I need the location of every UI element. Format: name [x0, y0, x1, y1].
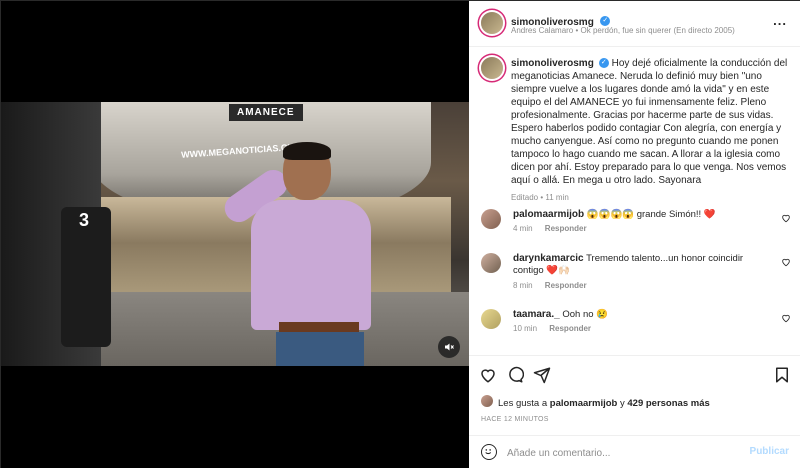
caption: simonoliverosmg ✓ Hoy dejé oficialmente l…: [511, 57, 791, 204]
media-area: 3 AMANECE WWW.MEGANOTICIAS.CL: [1, 1, 469, 468]
more-options-button[interactable]: ...: [773, 13, 787, 28]
speaker-muted-icon: [445, 343, 454, 351]
likes-prefix: Les gusta a: [498, 398, 548, 409]
post-video[interactable]: 3 AMANECE WWW.MEGANOTICIAS.CL: [1, 102, 469, 366]
add-comment-bar: Publicar: [469, 435, 800, 468]
comment-avatar[interactable]: [481, 253, 501, 273]
presenter-shirt: [251, 200, 371, 330]
verified-icon: ✓: [598, 58, 609, 69]
music-info[interactable]: Andres Calamaro • Ok perdón, fue sin que…: [511, 26, 735, 35]
presenter-belt: [279, 322, 359, 332]
comment-time: 8 min: [513, 281, 533, 290]
likes-count[interactable]: 429 personas más: [627, 398, 709, 409]
comment-time: 4 min: [513, 224, 533, 233]
comment-username[interactable]: taamara._: [513, 309, 560, 320]
comment-username[interactable]: palomaarmijob: [513, 209, 584, 220]
bookmark-icon[interactable]: [773, 366, 791, 384]
reply-button[interactable]: Responder: [549, 324, 591, 333]
amanece-sign: AMANECE: [229, 104, 303, 121]
comment-text: Ooh no 😢: [562, 309, 608, 320]
camera-number: 3: [79, 210, 90, 230]
post-time: HACE 12 MINUTOS: [481, 416, 549, 423]
like-comment-heart-icon[interactable]: [781, 257, 791, 267]
likes-middle: y: [619, 398, 625, 409]
comment-avatar[interactable]: [481, 309, 501, 329]
publish-button[interactable]: Publicar: [750, 446, 789, 457]
heart-icon[interactable]: [479, 366, 497, 384]
presenter: [219, 142, 391, 366]
presenter-jeans: [276, 332, 364, 366]
comment-icon[interactable]: [506, 366, 524, 384]
caption-username[interactable]: simonoliverosmg: [511, 58, 594, 69]
author-avatar[interactable]: [481, 12, 503, 34]
comment-time: 10 min: [513, 324, 538, 333]
emoji-icon[interactable]: [481, 444, 497, 460]
reply-button[interactable]: Responder: [545, 224, 587, 233]
caption-avatar[interactable]: [481, 57, 503, 79]
comment-username[interactable]: darynkamarcic: [513, 253, 584, 264]
likes-summary[interactable]: Les gusta a palomaarmijob y 429 personas…: [498, 398, 710, 409]
side-panel: simonoliverosmg ✓ Andres Calamaro • Ok p…: [469, 1, 800, 468]
presenter-hair: [283, 142, 331, 160]
caption-meta: Editado • 11 min: [511, 193, 569, 202]
post-modal: 3 AMANECE WWW.MEGANOTICIAS.CL simonolive…: [0, 0, 800, 468]
like-comment-heart-icon[interactable]: [781, 313, 791, 323]
post-actions: Les gusta a palomaarmijob y 429 personas…: [469, 355, 800, 435]
verified-icon: ✓: [600, 15, 611, 26]
reply-button[interactable]: Responder: [545, 281, 587, 290]
liker-username[interactable]: palomaarmijob: [550, 398, 618, 409]
caption-text: Hoy dejé oficialmente la conducción del …: [511, 58, 788, 186]
comment-text: 😱😱😱😱 grande Simón!! ❤️: [586, 209, 716, 220]
like-comment-heart-icon[interactable]: [781, 213, 791, 223]
comment-input[interactable]: [507, 444, 737, 462]
post-header: simonoliverosmg ✓ Andres Calamaro • Ok p…: [469, 1, 800, 47]
comment-avatar[interactable]: [481, 209, 501, 229]
share-icon[interactable]: [533, 366, 551, 384]
liker-avatar[interactable]: [481, 395, 493, 407]
mute-button[interactable]: [438, 336, 460, 358]
